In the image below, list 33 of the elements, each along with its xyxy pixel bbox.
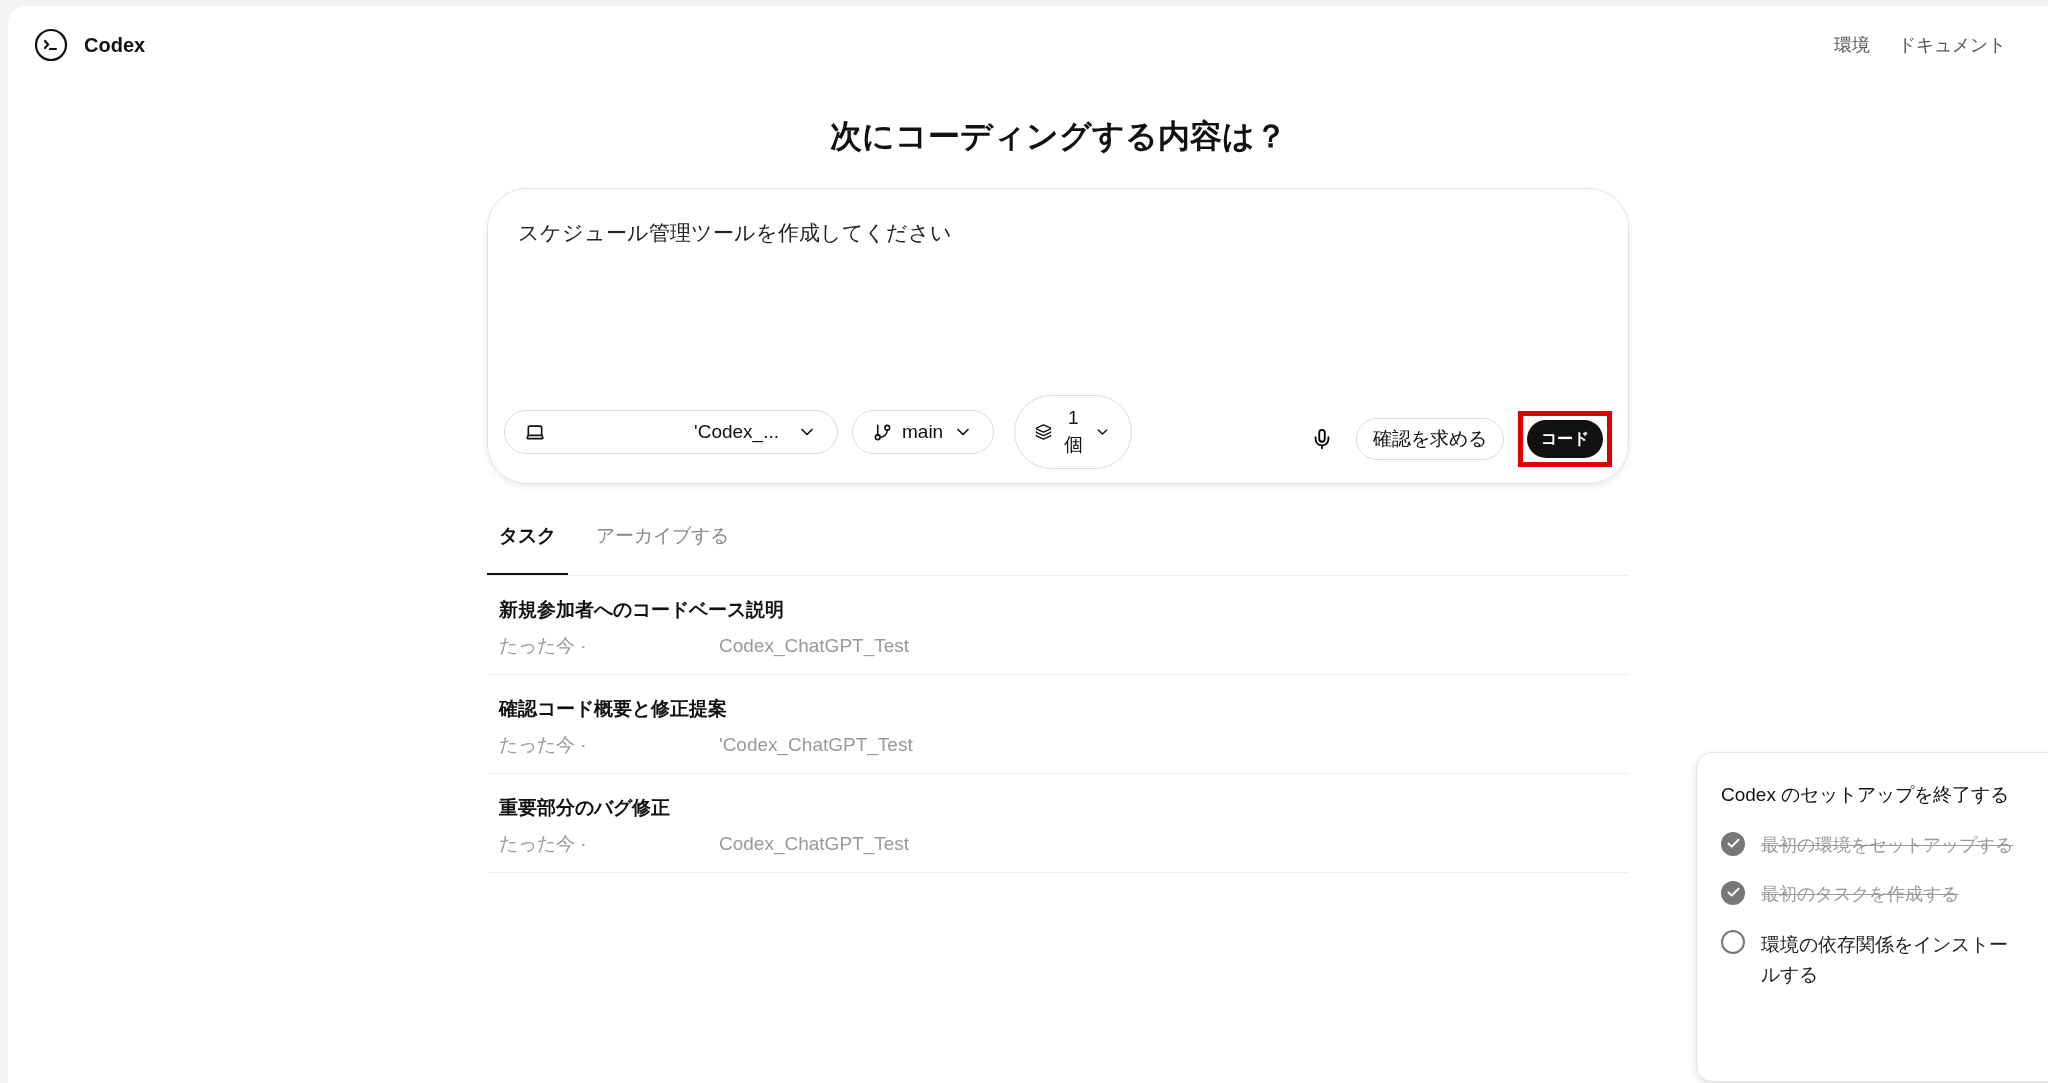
task-title: 重要部分のバグ修正 bbox=[499, 795, 671, 820]
page-heading: 次にコーディングする内容は？ bbox=[829, 117, 1287, 156]
setup-item-label: 環境の依存関係をインストールする bbox=[1761, 932, 2009, 987]
task-time: たった今 · bbox=[499, 832, 588, 856]
tab[interactable]: タスク bbox=[487, 520, 568, 575]
task-time: たった今 · bbox=[499, 733, 588, 757]
checkbox[interactable] bbox=[1721, 880, 1745, 905]
setup-title: Codex のセットアップを終了する bbox=[1721, 783, 2011, 807]
task-row[interactable]: 新規参加者へのコードベース説明 たった今 · Codex_ChatGPT_Test bbox=[487, 575, 1629, 675]
laptop-icon bbox=[525, 422, 545, 442]
prompt-input[interactable]: スケジュール管理ツールを作成してください bbox=[504, 189, 1612, 395]
check-icon bbox=[1725, 836, 1741, 851]
setup-item-label: 最初の環境をセットアップする bbox=[1761, 833, 2013, 857]
checkbox[interactable] bbox=[1721, 831, 1745, 856]
task-title: 新規参加者へのコードベース説明 bbox=[499, 597, 785, 622]
tab[interactable]: アーカイブする bbox=[584, 520, 741, 575]
terminal-logo-icon bbox=[34, 28, 68, 62]
task-row[interactable]: 確認コード概要と修正提案 たった今 · 'Codex_ChatGPT_Test bbox=[487, 674, 1629, 774]
task-title: 確認コード概要と修正提案 bbox=[499, 696, 728, 721]
nav-link[interactable]: 環境 bbox=[1834, 31, 1870, 59]
task-repo: 'Codex_ChatGPT_Test bbox=[719, 733, 913, 758]
nav-link[interactable]: ドキュメント bbox=[1898, 31, 2006, 59]
checkbox[interactable] bbox=[1721, 929, 1745, 954]
check-icon bbox=[1725, 885, 1741, 900]
branch-icon bbox=[873, 422, 892, 442]
layers-icon bbox=[1035, 422, 1053, 442]
task-repo: Codex_ChatGPT_Test bbox=[719, 832, 910, 857]
code-button[interactable]: コード bbox=[1527, 420, 1603, 458]
brand-name: Codex bbox=[84, 33, 146, 58]
task-time: たった今 · bbox=[499, 634, 588, 658]
task-repo: Codex_ChatGPT_Test bbox=[719, 634, 910, 659]
setup-item-label: 最初のタスクを作成する bbox=[1761, 882, 1959, 906]
task-row[interactable]: 重要部分のバグ修正 たった今 · Codex_ChatGPT_Test bbox=[487, 773, 1629, 873]
